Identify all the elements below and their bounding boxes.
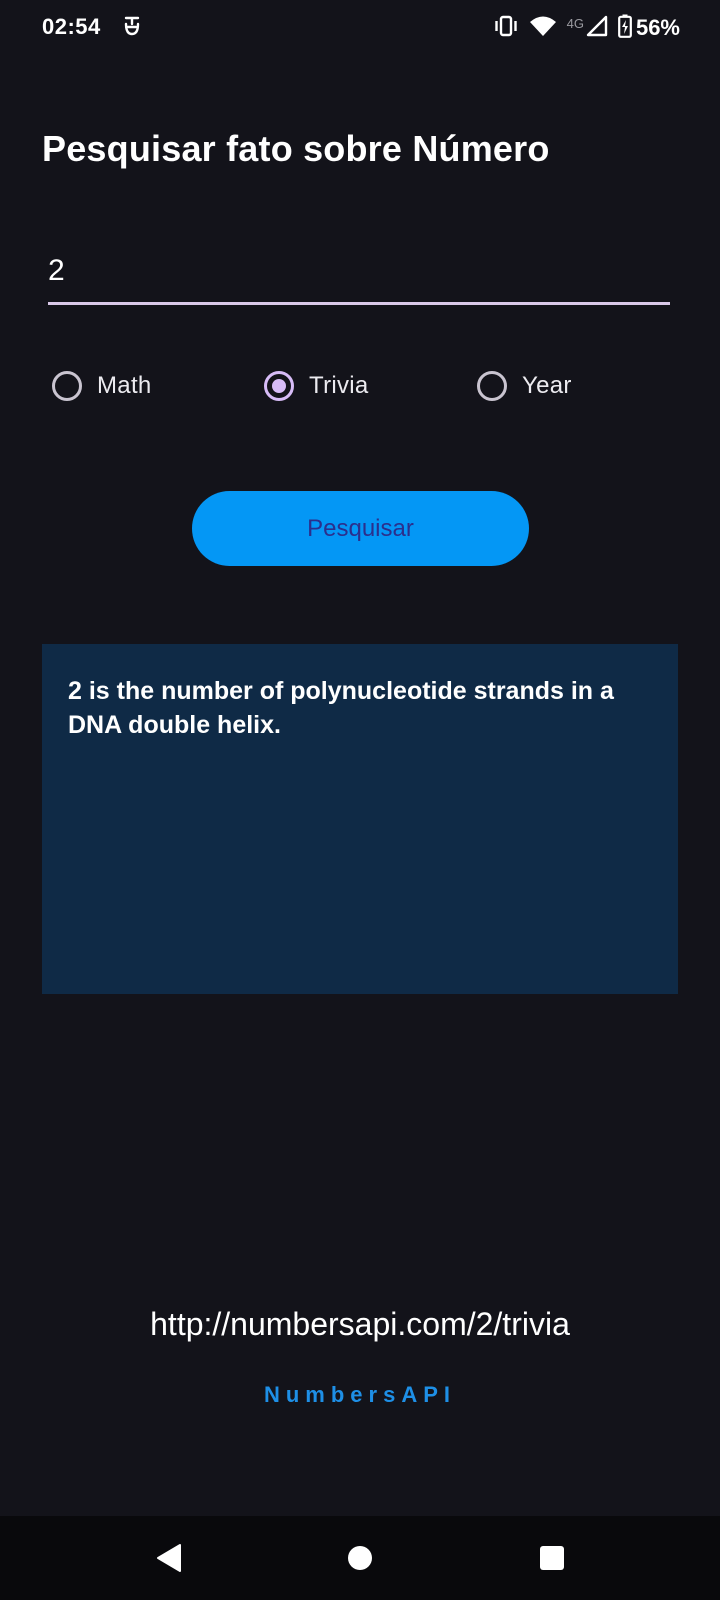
status-bar: 02:54 4G 56% <box>0 0 720 56</box>
radio-option-year[interactable]: Year <box>477 366 572 406</box>
api-name: NumbersAPI <box>263 1382 457 1407</box>
recents-icon[interactable] <box>530 1536 574 1580</box>
fact-type-radio-group: Math Trivia Year <box>52 366 692 406</box>
api-url: http://numbersapi.com/2/trivia <box>150 1306 570 1342</box>
status-time: 02:54 <box>42 14 101 39</box>
radio-option-math[interactable]: Math <box>52 366 152 406</box>
network-type-label: 4G <box>566 15 584 31</box>
result-box: 2 is the number of polynucleotide strand… <box>42 644 678 994</box>
radio-button-trivia[interactable] <box>264 371 294 401</box>
radio-button-year[interactable] <box>477 371 507 401</box>
battery-percent: 56% <box>635 15 680 40</box>
number-input[interactable] <box>48 250 670 288</box>
navigation-bar <box>0 1516 720 1600</box>
radio-label-trivia: Trivia <box>309 372 369 399</box>
battery-charging-icon <box>618 14 632 43</box>
vibrate-icon <box>493 15 519 42</box>
status-icons: 4G 56% <box>483 12 680 44</box>
radio-option-trivia[interactable]: Trivia <box>264 366 369 406</box>
page-title: Pesquisar fato sobre Número <box>42 128 550 169</box>
radio-label-math: Math <box>97 372 152 399</box>
cell-signal-icon <box>586 15 608 42</box>
wifi-icon <box>529 15 557 42</box>
radio-label-year: Year <box>522 372 572 399</box>
number-input-field[interactable] <box>48 250 670 305</box>
radio-button-math[interactable] <box>52 371 82 401</box>
home-icon[interactable] <box>338 1536 382 1580</box>
search-button[interactable]: Pesquisar <box>192 491 529 566</box>
result-text: 2 is the number of polynucleotide strand… <box>68 677 614 739</box>
back-icon[interactable] <box>146 1536 190 1580</box>
app-notification-icon <box>122 14 142 40</box>
